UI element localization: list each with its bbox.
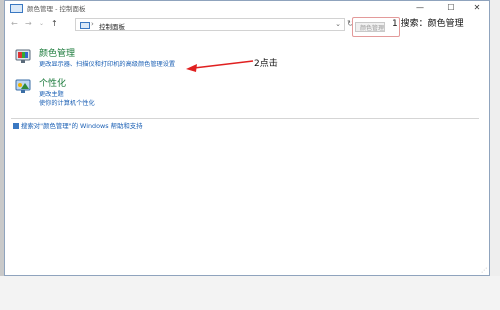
window-title: 颜色管理 - 控制面板	[27, 5, 86, 13]
back-arrow-icon[interactable]: ←	[11, 18, 18, 29]
change-theme-link[interactable]: 更改主题	[39, 89, 64, 98]
title-bar[interactable]: 颜色管理 - 控制面板 — ☐ ✕	[5, 1, 489, 15]
breadcrumb-control-panel[interactable]: 控制面板	[99, 21, 125, 31]
control-panel-window: 颜色管理 - 控制面板 — ☐ ✕ ← → ⌄ ↑ › 控制面板 ⌄ ↻ 颜色管…	[4, 0, 490, 276]
section-divider	[11, 118, 479, 119]
category-title[interactable]: 个性化	[39, 76, 66, 89]
help-icon	[13, 123, 19, 129]
category-title[interactable]: 颜色管理	[39, 46, 75, 59]
minimize-button[interactable]: —	[410, 2, 430, 13]
annotation-step2: 2点击	[254, 59, 278, 69]
help-search-link[interactable]: 搜索对"颜色管理"的 Windows 帮助和支持	[13, 121, 143, 130]
resize-grip-icon[interactable]: ⋰	[481, 267, 487, 274]
annotation-arrow	[186, 60, 254, 72]
personalize-computer-link[interactable]: 使你的计算机个性化	[39, 98, 95, 107]
control-panel-icon	[80, 22, 90, 29]
up-arrow-icon[interactable]: ↑	[51, 18, 58, 29]
recent-locations-chevron-icon[interactable]: ⌄	[39, 18, 44, 29]
breadcrumb-separator-icon[interactable]: ›	[91, 20, 94, 28]
address-dropdown-chevron-icon[interactable]: ⌄	[335, 20, 341, 28]
forward-arrow-icon[interactable]: →	[25, 18, 32, 29]
search-input-value: 颜色管理	[360, 25, 385, 32]
maximize-button[interactable]: ☐	[441, 2, 461, 13]
desktop-right-edge	[490, 0, 500, 310]
personalization-icon	[15, 79, 31, 93]
close-button[interactable]: ✕	[467, 2, 487, 13]
desktop-bottom-edge	[0, 276, 500, 310]
help-search-text: 搜索对"颜色管理"的 Windows 帮助和支持	[21, 122, 143, 130]
control-panel-icon	[10, 4, 23, 13]
address-bar[interactable]: › 控制面板 ⌄	[75, 18, 345, 31]
advanced-color-settings-link[interactable]: 更改显示器、扫描仪和打印机的高级颜色管理设置	[39, 59, 175, 68]
annotation-step1: 1 搜索：颜色管理	[392, 19, 464, 29]
color-management-icon	[15, 49, 31, 63]
